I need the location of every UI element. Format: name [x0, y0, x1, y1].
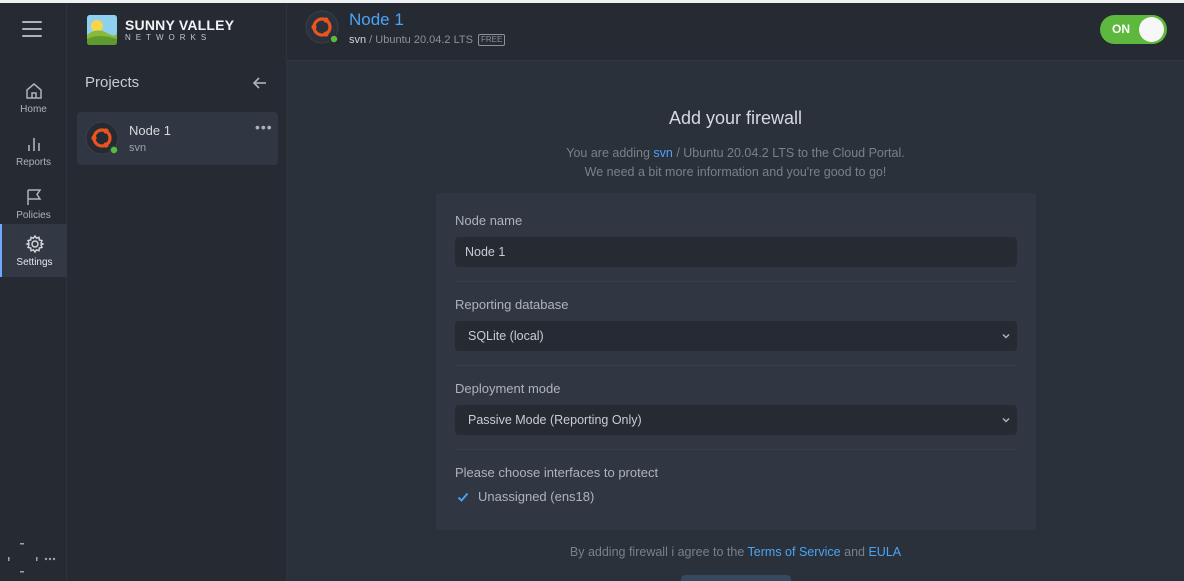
plan-badge: FREE [477, 34, 506, 46]
intro-line-2: We need a bit more information and you'r… [584, 165, 887, 179]
form-title: Add your firewall [668, 108, 803, 128]
project-item-name: Node 1 [129, 123, 171, 138]
page-header: Node 1 svn / Ubuntu 20.04.2 LTS FREE ON [287, 3, 1184, 61]
breadcrumb-org[interactable]: svn [349, 34, 366, 46]
nav-item-reports[interactable]: Reports [0, 124, 67, 177]
chevron-down-icon [1002, 333, 1010, 339]
eula-link[interactable]: EULA [868, 545, 901, 559]
loading-indicator-icon [4, 541, 64, 575]
chevron-down-icon [1002, 417, 1010, 423]
deployment-mode-select[interactable]: Passive Mode (Reporting Only) [455, 405, 1017, 435]
more-options-icon[interactable]: ••• [255, 119, 273, 135]
brand-logo[interactable]: SUNNY VALLEY NETWORKS [87, 15, 234, 45]
nav-item-settings[interactable]: Settings [0, 224, 67, 277]
nav-label: Reports [15, 156, 51, 168]
ubuntu-logo-icon [85, 121, 119, 155]
breadcrumb-os: Ubuntu 20.04.2 LTS [375, 34, 473, 46]
intro-org-link[interactable]: svn [653, 146, 672, 160]
checkmark-icon [457, 492, 469, 502]
node-name-label: Node name [455, 213, 523, 228]
nav-item-policies[interactable]: Policies [0, 177, 67, 230]
add-firewall-button[interactable] [681, 575, 791, 581]
collapse-arrow-icon[interactable] [252, 75, 268, 91]
divider [455, 281, 1017, 282]
form-intro: You are adding svn / Ubuntu 20.04.2 LTS … [287, 144, 1184, 182]
brand-subname: NETWORKS [125, 32, 212, 42]
terms-of-service-link[interactable]: Terms of Service [748, 545, 841, 559]
breadcrumb: svn / Ubuntu 20.04.2 LTS FREE [349, 34, 506, 46]
terms-notice: By adding firewall i agree to the Terms … [287, 545, 1184, 559]
toggle-label: ON [1112, 22, 1130, 36]
terms-and: and [840, 545, 869, 559]
firewall-form: Node name Node 1 Reporting database SQLi… [436, 193, 1036, 530]
divider [455, 449, 1017, 450]
nav-label: Policies [16, 209, 51, 221]
interface-label: Unassigned (ens18) [478, 489, 595, 504]
reporting-database-select[interactable]: SQLite (local) [455, 321, 1017, 351]
page-title: Node 1 [349, 10, 404, 29]
terms-prefix: By adding firewall i agree to the [569, 545, 748, 559]
deployment-mode-label: Deployment mode [455, 381, 561, 396]
bar-chart-icon [27, 137, 40, 151]
intro-suffix: / Ubuntu 20.04.2 LTS to the Cloud Portal… [672, 146, 905, 160]
intro-prefix: You are adding [566, 146, 654, 160]
main-content: Add your firewall You are adding svn / U… [287, 61, 1184, 581]
projects-title: Projects [85, 74, 140, 91]
hamburger-menu-icon[interactable] [22, 21, 42, 37]
nav-item-home[interactable]: Home [0, 71, 67, 124]
project-item-node-1[interactable]: Node 1 svn ••• [77, 112, 278, 165]
intro-line-1: You are adding svn / Ubuntu 20.04.2 LTS … [287, 144, 1184, 163]
interface-checkbox-ens18[interactable]: Unassigned (ens18) [457, 489, 594, 504]
nav-rail: Home Reports Policies Settings [0, 3, 67, 581]
breadcrumb-separator: / [366, 34, 376, 46]
reporting-database-value: SQLite (local) [468, 329, 544, 343]
brand-name: SUNNY VALLEY [125, 16, 235, 33]
ubuntu-logo-icon [305, 10, 339, 44]
nav-label: Settings [16, 256, 53, 268]
interfaces-label: Please choose interfaces to protect [455, 465, 659, 480]
reporting-database-label: Reporting database [455, 297, 569, 312]
projects-panel: SUNNY VALLEY NETWORKS Projects Node 1 sv… [67, 3, 287, 581]
flag-icon [26, 188, 41, 205]
brand-logo-mark [87, 15, 117, 45]
divider [455, 365, 1017, 366]
node-name-input[interactable]: Node 1 [455, 237, 1017, 267]
home-icon [25, 82, 42, 99]
gear-icon [24, 234, 45, 253]
nav-label: Home [20, 103, 47, 115]
deployment-mode-value: Passive Mode (Reporting Only) [468, 413, 642, 427]
toggle-knob [1139, 17, 1164, 42]
project-item-org: svn [129, 142, 147, 154]
power-toggle[interactable]: ON [1100, 15, 1167, 44]
